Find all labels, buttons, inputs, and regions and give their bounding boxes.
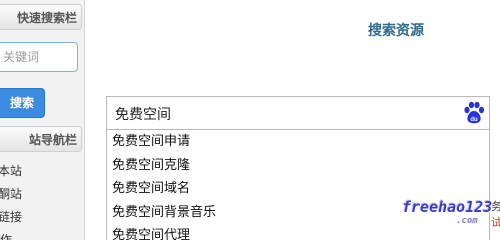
nav-item[interactable]: 本站 bbox=[0, 160, 22, 183]
nav-item[interactable]: 作 bbox=[0, 229, 22, 240]
baidu-search-box: du bbox=[106, 96, 490, 131]
search-input[interactable] bbox=[107, 97, 467, 131]
quick-search-title: 快速搜索栏 bbox=[0, 4, 82, 30]
suggestion-item[interactable]: 免费空间域名 bbox=[107, 177, 489, 201]
nav-item[interactable]: 链接 bbox=[0, 206, 22, 229]
suggestion-item[interactable]: 免费空间克隆 bbox=[107, 154, 489, 178]
edge-text: 务 bbox=[491, 200, 500, 213]
svg-text:du: du bbox=[470, 117, 478, 123]
site-nav-title: 站导航栏 bbox=[0, 126, 82, 152]
site-nav-list: 本站 酮站 链接 作 bbox=[0, 160, 84, 240]
baidu-paw-icon[interactable]: du bbox=[463, 101, 485, 125]
suggestion-item[interactable]: 免费空间申请 bbox=[107, 130, 489, 154]
suggestion-dropdown: 免费空间申请 免费空间克隆 免费空间域名 免费空间背景音乐 免费空间代理 bbox=[106, 130, 490, 240]
keyword-input[interactable] bbox=[0, 42, 78, 72]
watermark-domain: .com bbox=[456, 216, 478, 226]
edge-text: 试 bbox=[491, 216, 500, 229]
search-button[interactable]: 搜索 bbox=[0, 88, 45, 118]
page-title: 搜索资源 bbox=[368, 23, 424, 39]
sidebar: 快速搜索栏 搜索 站导航栏 本站 酮站 链接 作 bbox=[0, 0, 85, 240]
suggestion-item[interactable]: 免费空间代理 bbox=[107, 224, 489, 240]
watermark-logo: freehao123 bbox=[402, 198, 493, 216]
nav-item[interactable]: 酮站 bbox=[0, 183, 22, 206]
